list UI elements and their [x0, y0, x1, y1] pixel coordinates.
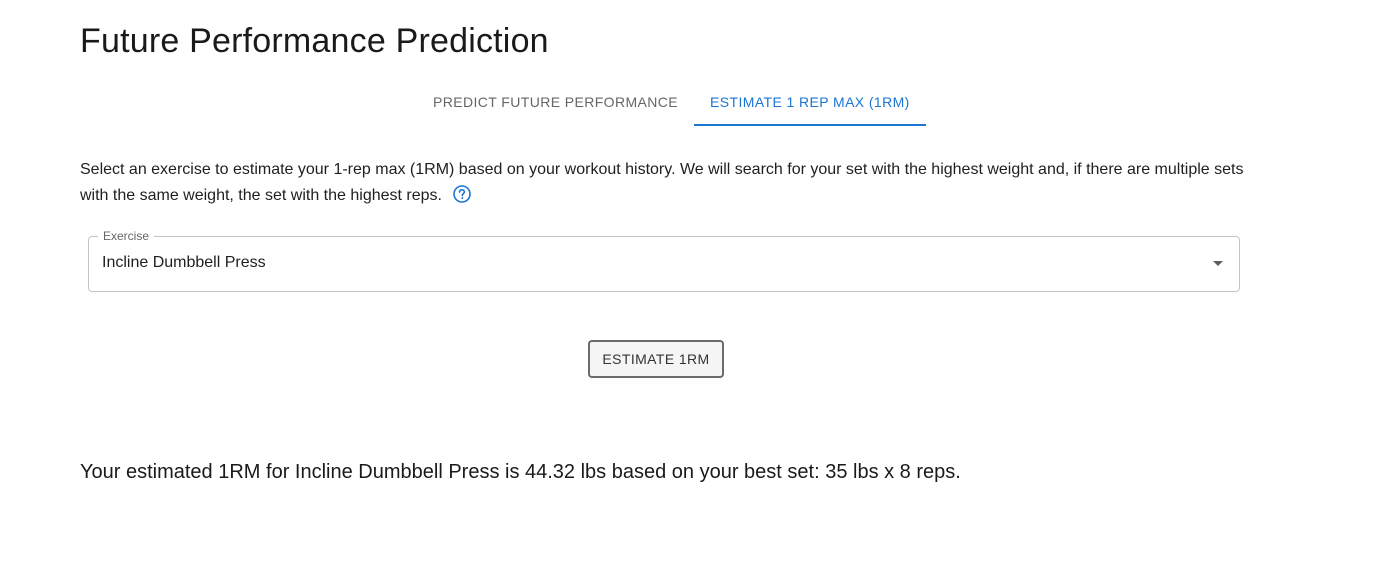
- result-text: Your estimated 1RM for Incline Dumbbell …: [80, 461, 961, 483]
- page-title: Future Performance Prediction: [80, 22, 549, 60]
- tab-bar: PREDICT FUTURE PERFORMANCE ESTIMATE 1 RE…: [417, 78, 926, 126]
- chevron-down-icon[interactable]: [1213, 261, 1223, 266]
- tab-predict-future-performance[interactable]: PREDICT FUTURE PERFORMANCE: [417, 78, 694, 126]
- exercise-select-label: Exercise: [98, 228, 155, 244]
- page: Future Performance Prediction PREDICT FU…: [0, 0, 1388, 567]
- description: Select an exercise to estimate your 1-re…: [80, 157, 1245, 209]
- description-text: Select an exercise to estimate your 1-re…: [80, 161, 1244, 204]
- tab-estimate-1rm[interactable]: ESTIMATE 1 REP MAX (1RM): [694, 78, 926, 126]
- exercise-select[interactable]: Exercise Incline Dumbbell Press: [88, 228, 1240, 292]
- help-circle-icon[interactable]: [452, 184, 472, 204]
- exercise-select-value: Incline Dumbbell Press: [102, 254, 266, 271]
- estimate-1rm-button[interactable]: ESTIMATE 1RM: [588, 340, 724, 378]
